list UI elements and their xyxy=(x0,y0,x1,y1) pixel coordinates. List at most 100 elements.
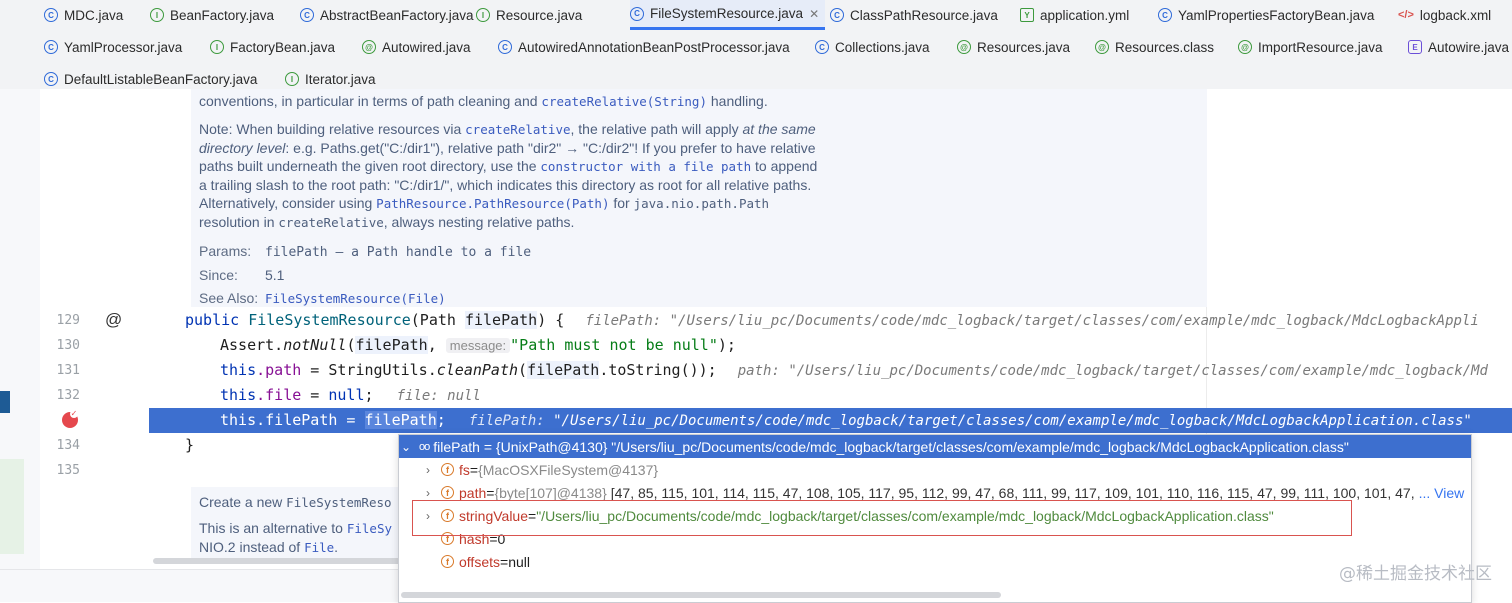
tab-row-2: C YamlProcessor.java I FactoryBean.java @ Aut… xyxy=(0,32,1512,64)
code-line-132[interactable]: this.file = null; file: null xyxy=(220,386,481,404)
file-type-icon: @ xyxy=(1238,40,1252,54)
inline-debug-value: filePath: "/Users/liu_pc/Documents/code/… xyxy=(585,313,1479,329)
editor-tab-bar: C MDC.java I BeanFactory.java C AbstractBeanF… xyxy=(0,0,1512,90)
doc-line: directory level: e.g. Paths.get("C:/dir1… xyxy=(199,140,816,156)
tab-label: ImportResource.java xyxy=(1258,39,1383,55)
tab-label: MDC.java xyxy=(64,7,124,23)
tab-label: Autowired.java xyxy=(382,39,471,55)
line-number: 129 xyxy=(56,313,80,328)
highlight-annotation-box xyxy=(412,500,1352,536)
tab-yamlpropertiesfactorybean-java[interactable]: C YamlPropertiesFactoryBean.java xyxy=(1158,0,1374,30)
tab-resource-java[interactable]: I Resource.java xyxy=(476,0,582,30)
tab-yamlprocessor-java[interactable]: C YamlProcessor.java xyxy=(44,32,182,62)
tab-label: DefaultListableBeanFactory.java xyxy=(64,71,258,87)
current-execution-line[interactable]: this.filePath = filePath; filePath: "/Us… xyxy=(149,408,1512,433)
view-link[interactable]: ... View xyxy=(1419,485,1465,501)
tab-label: Iterator.java xyxy=(305,71,376,87)
chevron-down-icon[interactable]: ⌄ xyxy=(399,440,413,454)
see-also-link[interactable]: FileSystemResource(File) xyxy=(265,291,446,306)
tool-window-strip xyxy=(0,89,41,601)
tab-logback-xml[interactable]: </> logback.xml xyxy=(1398,0,1491,30)
doc-link[interactable]: constructor with a file path xyxy=(540,159,751,174)
tab-collections-java[interactable]: C Collections.java xyxy=(815,32,930,62)
change-marker xyxy=(0,459,24,554)
tab-row-1: C MDC.java I BeanFactory.java C AbstractBeanF… xyxy=(0,0,1512,32)
tab-importresource-java[interactable]: @ ImportResource.java xyxy=(1238,32,1383,62)
breakpoint-icon[interactable]: ✓ xyxy=(62,410,78,428)
tab-label: Resources.java xyxy=(977,39,1071,55)
file-type-icon: I xyxy=(210,40,224,54)
line-number: 130 xyxy=(56,338,80,353)
parameter-hint: message: xyxy=(445,338,511,353)
line-number: 131 xyxy=(56,363,80,378)
javadoc-rendered: conventions, in particular in terms of p… xyxy=(191,89,1207,307)
doc-link[interactable]: PathResource.PathResource(Path) xyxy=(376,196,609,211)
tab-label: BeanFactory.java xyxy=(170,7,275,23)
file-type-icon: C xyxy=(44,72,58,86)
field-icon: f xyxy=(441,486,454,499)
doc-link[interactable]: createRelative(String) xyxy=(541,94,707,109)
editor-horizontal-scrollbar[interactable] xyxy=(153,558,403,564)
file-type-icon: I xyxy=(285,72,299,86)
tree-node-fs[interactable]: › f fs = {MacOSXFileSystem@4137} xyxy=(421,458,658,481)
doc-line: paths built underneath the given root di… xyxy=(199,158,818,174)
tab-autowired-java[interactable]: @ Autowired.java xyxy=(362,32,471,62)
tab-label: Collections.java xyxy=(835,39,930,55)
tab-autowire-java[interactable]: E Autowire.java xyxy=(1408,32,1509,62)
file-type-icon: @ xyxy=(1095,40,1109,54)
field-icon: f xyxy=(441,463,454,476)
file-type-icon: Y xyxy=(1020,8,1034,22)
chevron-right-icon[interactable]: › xyxy=(421,486,435,500)
watch-glasses-icon: oo xyxy=(419,440,430,453)
doc-line: a trailing slash to the root path: "C:/d… xyxy=(199,177,812,193)
annotation-gutter-icon[interactable]: @ xyxy=(105,310,122,330)
tool-window-indicator[interactable] xyxy=(0,391,10,413)
tab-mdc-java[interactable]: C MDC.java xyxy=(44,0,123,30)
tab-resources-java[interactable]: @ Resources.java xyxy=(957,32,1070,62)
close-icon[interactable]: ✕ xyxy=(809,7,819,21)
tab-label: AutowiredAnnotationBeanPostProcessor.jav… xyxy=(518,39,790,55)
tree-node-offsets[interactable]: f offsets = null xyxy=(441,550,530,573)
file-type-icon: C xyxy=(830,8,844,22)
popup-horizontal-scrollbar[interactable] xyxy=(401,592,1001,598)
inline-debug-value: file: null xyxy=(396,388,481,404)
tab-label: Resources.class xyxy=(1115,39,1215,55)
code-line-129[interactable]: public FileSystemResource(Path filePath)… xyxy=(185,311,1479,329)
tab-label: application.yml xyxy=(1040,7,1130,23)
file-type-icon: </> xyxy=(1398,9,1414,21)
code-line-130[interactable]: Assert.notNull(filePath, message: "Path m… xyxy=(220,336,736,354)
file-type-icon: C xyxy=(630,6,644,21)
tab-label: ClassPathResource.java xyxy=(850,7,998,23)
file-type-icon: C xyxy=(44,40,58,54)
tab-application-yml[interactable]: Yapplication.yml xyxy=(1020,0,1129,30)
doc-line: Note: When building relative resources v… xyxy=(199,121,816,137)
file-type-icon: @ xyxy=(957,40,971,54)
inline-debug-value: path: "/Users/liu_pc/Documents/code/mdc_… xyxy=(737,363,1488,379)
doc-link[interactable]: createRelative xyxy=(465,122,570,137)
tab-resources-class[interactable]: @ Resources.class xyxy=(1095,32,1214,62)
tab-label: FactoryBean.java xyxy=(230,39,336,55)
tab-factorybean-java[interactable]: I FactoryBean.java xyxy=(210,32,335,62)
tab-filesystemresource-java[interactable]: C FileSystemResource.java ✕ xyxy=(630,0,826,30)
file-type-icon: I xyxy=(476,8,490,22)
code-line-133[interactable]: this.filePath = filePath; filePath: "/Us… xyxy=(220,411,1472,429)
chevron-right-icon[interactable]: › xyxy=(421,463,435,477)
file-type-icon: C xyxy=(300,8,314,22)
tab-beanfactory-java[interactable]: I BeanFactory.java xyxy=(150,0,274,30)
file-type-icon: I xyxy=(150,8,164,22)
doc-line: Alternatively, consider using PathResour… xyxy=(199,195,770,211)
field-icon: f xyxy=(441,555,454,568)
code-line-134[interactable]: } xyxy=(185,436,194,454)
tab-label: Resource.java xyxy=(496,7,583,23)
doc-params: Params: filePath – a Path handle to a fil… xyxy=(199,243,532,306)
tab-autowiredannotationbeanpostprocessor-java[interactable]: C AutowiredAnnotationBeanPostProcessor.ja… xyxy=(498,32,790,62)
tab-classpathresource-java[interactable]: C ClassPathResource.java xyxy=(830,0,998,30)
doc-line: conventions, in particular in terms of p… xyxy=(199,93,768,109)
inline-debug-value: filePath: "/Users/liu_pc/Documents/code/… xyxy=(468,413,1472,429)
watermark: @稀土掘金技术社区 xyxy=(1339,564,1492,584)
tab-label: YamlPropertiesFactoryBean.java xyxy=(1178,7,1375,23)
tab-abstractbeanfactory-java[interactable]: C AbstractBeanFactory.java xyxy=(300,0,474,30)
code-line-131[interactable]: this.path = StringUtils.cleanPath(filePa… xyxy=(220,361,1488,379)
tab-label: logback.xml xyxy=(1419,7,1492,23)
tree-node-filepath[interactable]: ⌄ oo filePath = {UnixPath@4130} "/Users/… xyxy=(399,435,1471,458)
